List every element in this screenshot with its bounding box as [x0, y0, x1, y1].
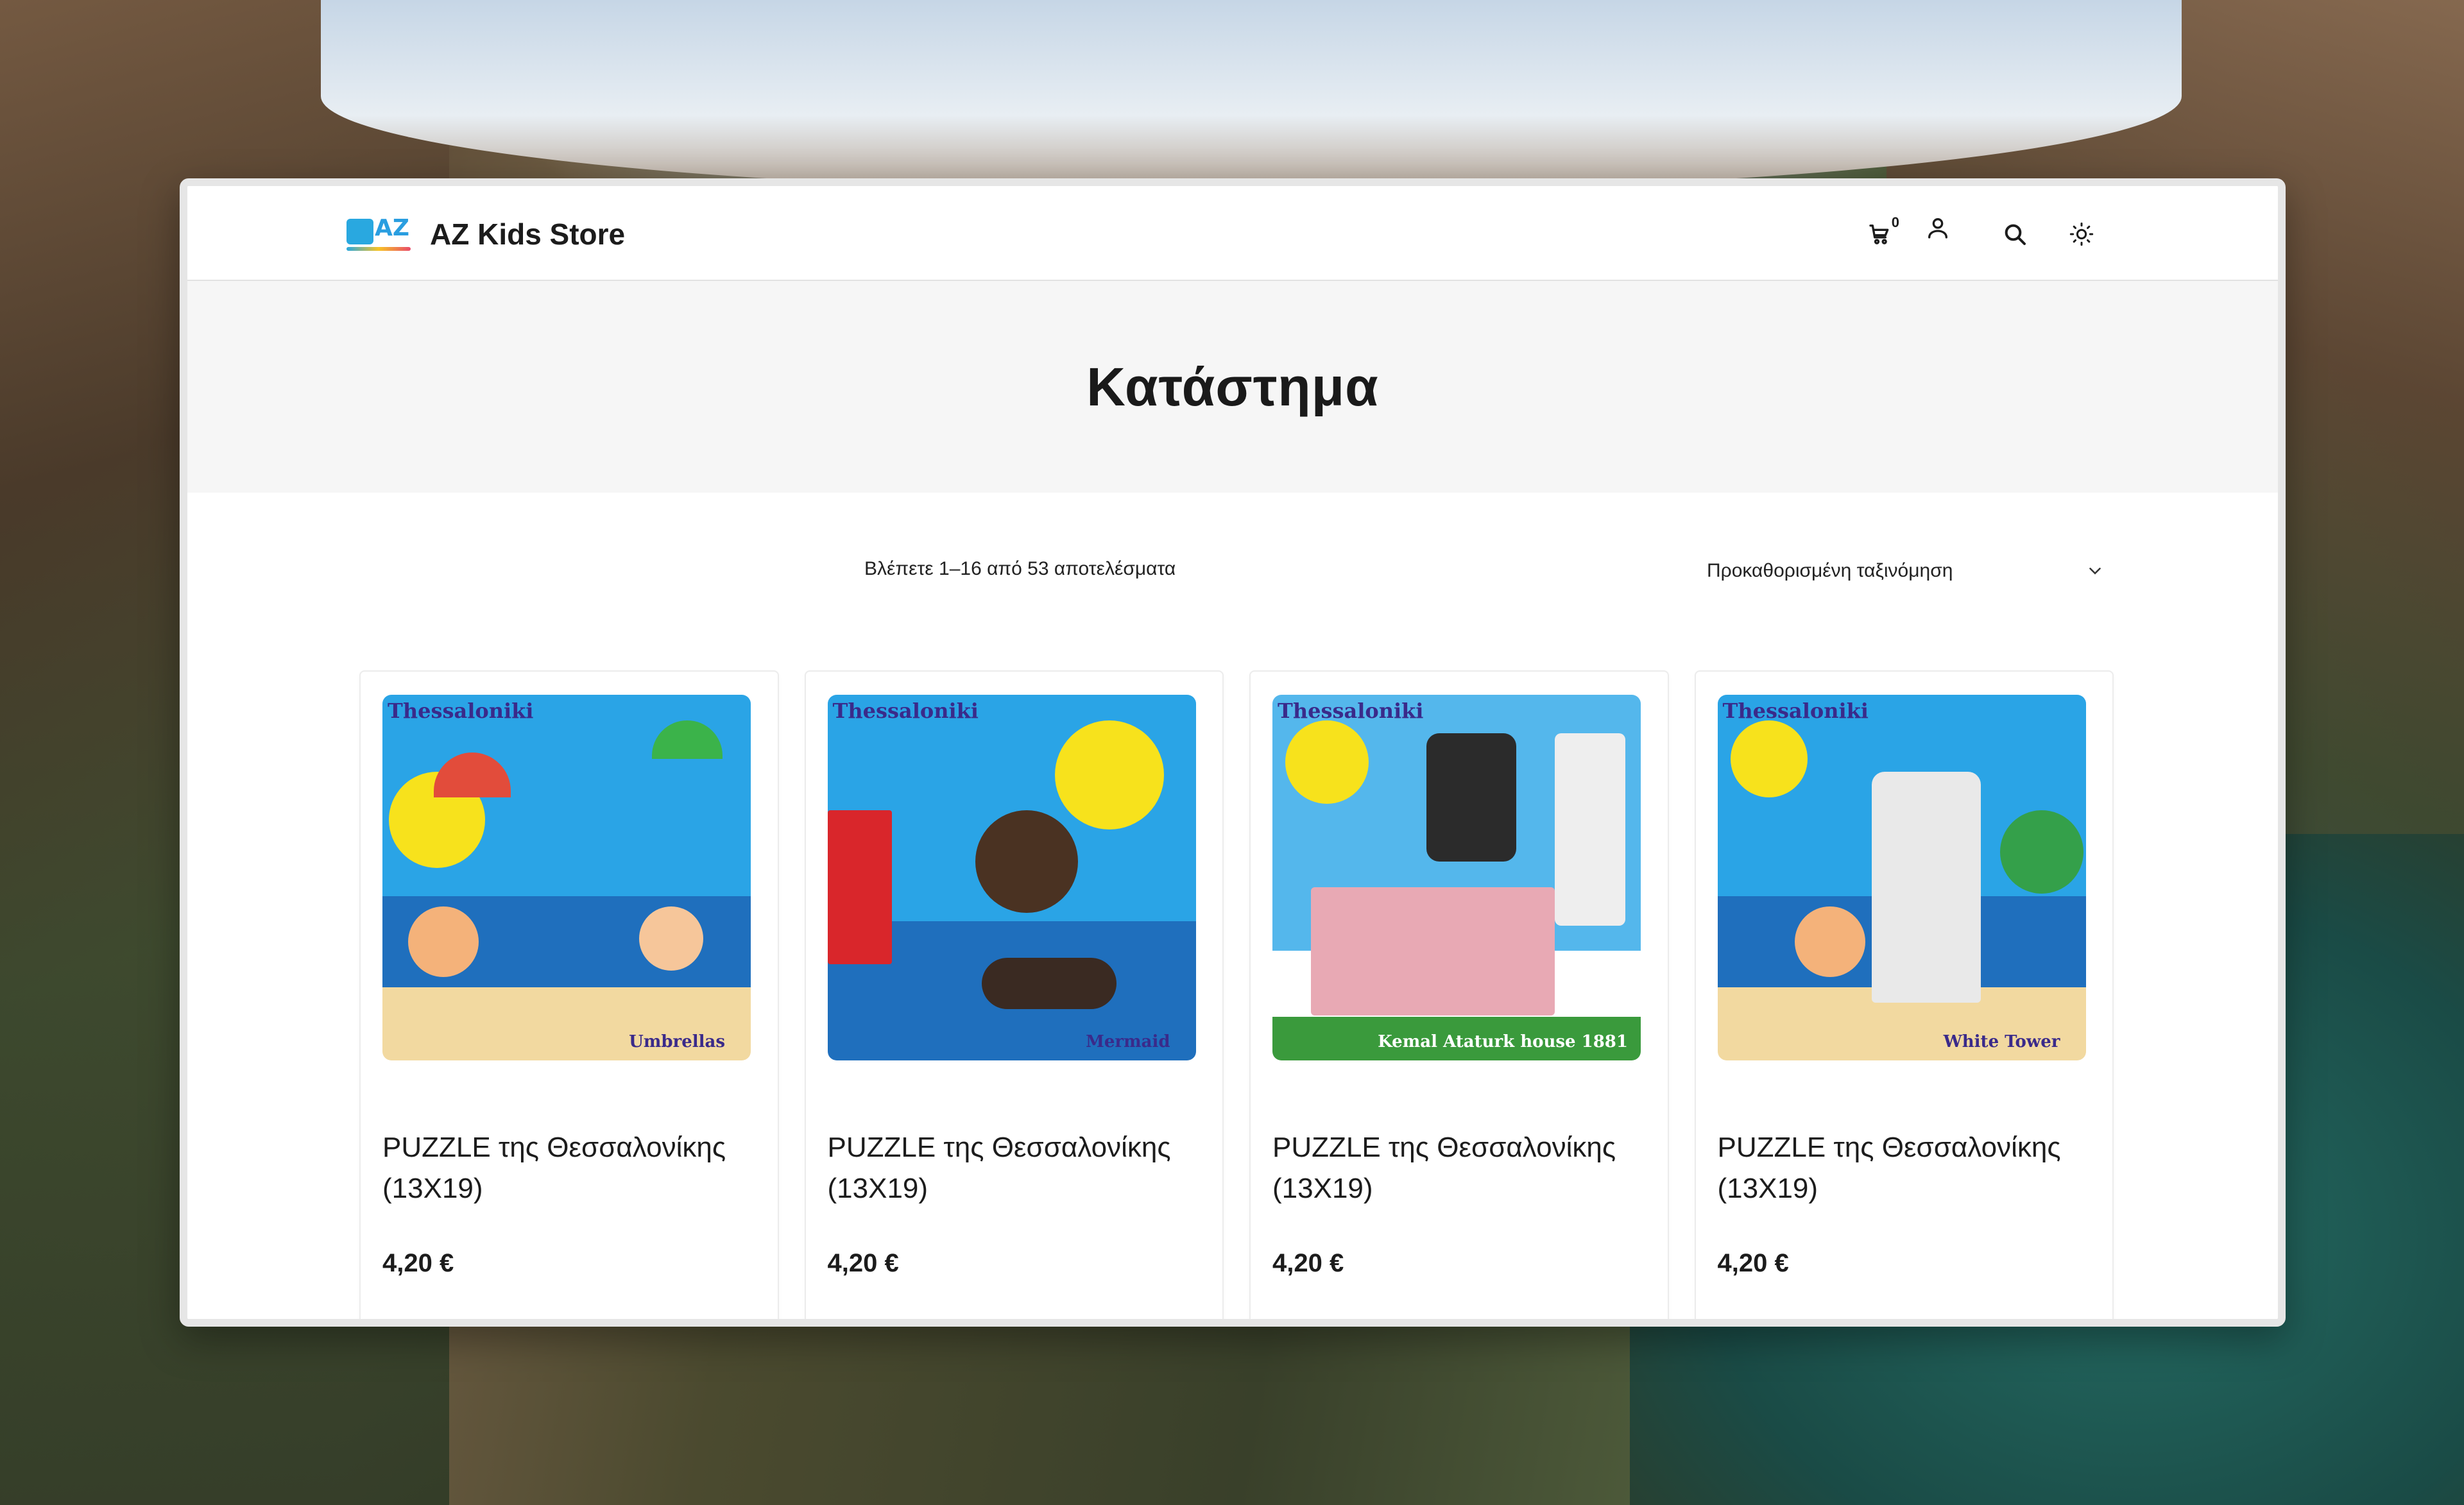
image-caption: Kemal Ataturk house 1881 [1378, 1032, 1628, 1051]
image-caption: Umbrellas [629, 1032, 725, 1051]
image-crane [827, 810, 892, 964]
search-button[interactable] [1996, 212, 2034, 257]
product-image[interactable]: Thessaloniki Umbrellas [382, 695, 751, 1060]
image-portrait [1426, 733, 1516, 862]
product-grid: Thessaloniki Umbrellas PUZZLE της Θεσσαλ… [359, 670, 2114, 1319]
cart-button[interactable]: 0 [1861, 212, 1899, 257]
image-caption: Mermaid [1086, 1032, 1170, 1051]
image-child [639, 906, 703, 971]
image-label: Thessaloniki [1722, 699, 1869, 723]
product-price: 4,20 € [827, 1249, 899, 1277]
image-label: Thessaloniki [1278, 699, 1424, 723]
image-caption: White Tower [1943, 1032, 2060, 1051]
browser-window: AZ AZ Kids Store 0 Κατάστημα Βλέπετε 1–1… [180, 178, 2286, 1327]
product-title[interactable]: PUZZLE της Θεσσαλονίκης (13X19) [382, 1127, 767, 1209]
product-title[interactable]: PUZZLE της Θεσσαλονίκης (13X19) [1272, 1127, 1657, 1209]
logo-text: AZ [375, 215, 409, 241]
theme-toggle-button[interactable] [2062, 212, 2101, 257]
page-title: Κατάστημα [1086, 356, 1379, 417]
sort-select-value: Προκαθορισμένη ταξινόμηση [1707, 560, 1953, 581]
sort-select[interactable]: Προκαθορισμένη ταξινόμηση [1707, 552, 2105, 590]
image-rock [981, 958, 1116, 1009]
user-icon [1928, 218, 1947, 239]
image-tree [1999, 810, 2083, 894]
image-label: Thessaloniki [388, 699, 534, 723]
brand-link[interactable]: AZ AZ Kids Store [346, 212, 625, 257]
product-card[interactable]: Thessaloniki Kemal Ataturk house 1881 PU… [1249, 670, 1669, 1319]
product-image[interactable]: Thessaloniki Mermaid [827, 695, 1196, 1060]
image-child [1794, 906, 1865, 977]
image-sun [1054, 720, 1164, 829]
product-image[interactable]: Thessaloniki Kemal Ataturk house 1881 [1272, 695, 1641, 1060]
product-price: 4,20 € [1272, 1249, 1344, 1277]
image-mermaid [975, 810, 1078, 913]
cart-count-badge: 0 [1891, 214, 1899, 230]
cart-icon [1869, 225, 1889, 244]
background-sky [321, 0, 2182, 192]
page-title-band: Κατάστημα [187, 281, 2278, 493]
image-sun [1285, 720, 1369, 804]
image-label: Thessaloniki [832, 699, 979, 723]
image-sun [1730, 720, 1808, 797]
image-child [408, 906, 479, 977]
product-price: 4,20 € [382, 1249, 454, 1277]
header-actions: 0 [1861, 212, 2101, 257]
product-card[interactable]: Thessaloniki White Tower PUZZLE της Θεσσ… [1694, 670, 2114, 1319]
chevron-down-icon [2089, 568, 2101, 575]
product-card[interactable]: Thessaloniki Mermaid PUZZLE της Θεσσαλον… [804, 670, 1224, 1319]
logo-box-icon [346, 219, 373, 244]
result-count: Βλέπετε 1–16 από 53 αποτελέσματα [864, 558, 1176, 579]
site-header: AZ AZ Kids Store 0 [187, 186, 2278, 281]
sun-icon [2069, 222, 2094, 246]
product-card[interactable]: Thessaloniki Umbrellas PUZZLE της Θεσσαλ… [359, 670, 779, 1319]
image-house [1311, 887, 1555, 1016]
search-icon [2005, 224, 2026, 245]
image-white-tower [1871, 772, 1981, 1003]
product-title[interactable]: PUZZLE της Θεσσαλονίκης (13X19) [1718, 1127, 2103, 1209]
brand-name: AZ Kids Store [430, 217, 626, 251]
logo-stripe [346, 247, 411, 251]
image-tower [1555, 733, 1625, 926]
brand-logo: AZ [346, 215, 411, 253]
product-title[interactable]: PUZZLE της Θεσσαλονίκης (13X19) [828, 1127, 1213, 1209]
product-image[interactable]: Thessaloniki White Tower [1717, 695, 2086, 1060]
product-price: 4,20 € [1717, 1249, 1789, 1277]
shop-toolbar: Βλέπετε 1–16 από 53 αποτελέσματα Προκαθο… [187, 552, 2278, 590]
account-button[interactable] [1919, 205, 1957, 250]
